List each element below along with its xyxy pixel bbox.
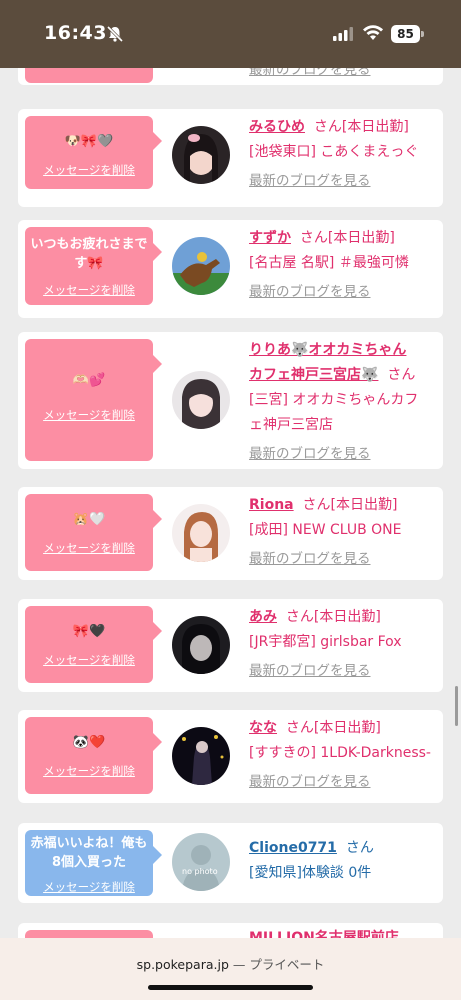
san-suffix: さん bbox=[313, 119, 342, 135]
status-time: 16:43 bbox=[44, 22, 107, 44]
latest-blog-link[interactable]: 最新のブログを見る bbox=[249, 446, 371, 462]
home-indicator[interactable] bbox=[148, 985, 313, 990]
shop-line: [池袋東口] こあくまえっぐ bbox=[249, 144, 419, 160]
url-text[interactable]: sp.pokepara.jp — プライベート bbox=[0, 954, 461, 973]
message-text: 🎀🖤 bbox=[72, 624, 106, 639]
work-tag: [本日出勤] bbox=[327, 230, 395, 246]
list-item: いつもお疲れさまです🎀 メッセージを削除 すずか さん[本日出勤] [名古屋 名… bbox=[18, 220, 443, 318]
bell-off-icon bbox=[106, 25, 124, 43]
delete-message-link[interactable]: メッセージを削除 bbox=[25, 162, 153, 178]
message-text: 🐹🤍 bbox=[72, 512, 106, 527]
list-item: 🫶🏻💕 メッセージを削除 りりあ🐺オオカミちゃん カフェ神戸三宮店🐺 さん [三… bbox=[18, 332, 443, 469]
avatar[interactable] bbox=[172, 237, 230, 295]
delete-message-link[interactable]: メッセージを削除 bbox=[25, 652, 153, 668]
battery-level: 85 bbox=[391, 25, 420, 43]
delete-message-link[interactable]: メッセージを削除 bbox=[25, 763, 153, 779]
user-name-link[interactable]: MILLION名古屋駅前店 bbox=[249, 930, 399, 938]
message-bubble: 🐼❤️ メッセージを削除 bbox=[25, 717, 162, 794]
latest-blog-link[interactable]: 最新のブログを見る bbox=[249, 551, 371, 567]
shop-line: [すすきの] 1LDK-Darkness- bbox=[249, 745, 431, 761]
list-item: 最新のブログを見る bbox=[18, 68, 443, 85]
delete-message-link[interactable]: メッセージを削除 bbox=[25, 540, 153, 556]
list-item: 赤福いいよね！俺も8個入買った メッセージを削除 no photo Clione… bbox=[18, 823, 443, 903]
work-tag: [本日出勤] bbox=[313, 720, 381, 736]
san-suffix: さん bbox=[302, 497, 331, 513]
shop-line: ェ神戸三宮店 bbox=[249, 417, 333, 433]
message-text: 🐶🎀🩶 bbox=[64, 134, 114, 149]
user-name-link[interactable]: Clione0771 bbox=[249, 840, 337, 856]
message-bubble: 🐶🎀🩶 メッセージを削除 bbox=[25, 116, 162, 189]
message-bubble: 🎀🖤 メッセージを削除 bbox=[25, 606, 162, 683]
work-tag: [本日出勤] bbox=[313, 609, 381, 625]
shop-line: [三宮] オオカミちゃんカフ bbox=[249, 392, 419, 408]
list-item: 🎀🖤 メッセージを削除 あみ さん[本日出勤] [JR宇都宮] girlsbar… bbox=[18, 599, 443, 692]
san-suffix: さん bbox=[387, 367, 416, 383]
browser-address-bar[interactable]: sp.pokepara.jp — プライベート bbox=[0, 938, 461, 1000]
shop-line: [成田] NEW CLUB ONE bbox=[249, 522, 402, 538]
message-bubble: 🐹🤍 メッセージを削除 bbox=[25, 494, 162, 571]
message-bubble: 🫶🏻💕 メッセージを削除 bbox=[25, 339, 162, 461]
cellular-signal-icon bbox=[333, 27, 353, 41]
work-tag: [本日出勤] bbox=[341, 119, 409, 135]
user-name-link[interactable]: みるひめ bbox=[249, 119, 305, 135]
delete-message-link[interactable]: メッセージを削除 bbox=[25, 282, 153, 298]
san-suffix: さん bbox=[299, 230, 328, 246]
san-suffix: さん bbox=[285, 609, 314, 625]
avatar[interactable] bbox=[172, 126, 230, 184]
user-name-link[interactable]: Riona bbox=[249, 497, 294, 513]
message-bubble: いつもお疲れさまです🎀 メッセージを削除 bbox=[25, 227, 162, 305]
message-text: 🐼❤️ bbox=[72, 735, 106, 750]
shop-line: [名古屋 名駅] ＃最強可憐 bbox=[249, 255, 409, 271]
no-photo-label: no photo bbox=[182, 867, 218, 876]
user-name-link[interactable]: あみ bbox=[249, 609, 277, 625]
delete-message-link[interactable]: メッセージを削除 bbox=[25, 407, 153, 423]
san-suffix: さん bbox=[345, 840, 374, 856]
status-bar: 16:43 85 bbox=[0, 0, 461, 68]
message-bubble bbox=[25, 930, 153, 938]
url-domain: sp.pokepara.jp bbox=[136, 957, 229, 972]
battery-icon: 85 bbox=[391, 25, 424, 43]
wifi-icon bbox=[363, 25, 383, 40]
list-item: 🐹🤍 メッセージを削除 Riona さん[本日出勤] [成田] NEW CLUB… bbox=[18, 487, 443, 580]
latest-blog-link[interactable]: 最新のブログを見る bbox=[249, 173, 371, 189]
message-text: 赤福いいよね！俺も8個入買った bbox=[30, 836, 148, 870]
latest-blog-link[interactable]: 最新のブログを見る bbox=[249, 663, 371, 679]
shop-line: [愛知県]体験談 0件 bbox=[249, 865, 372, 881]
san-suffix: さん bbox=[285, 720, 314, 736]
message-text: 🫶🏻💕 bbox=[72, 373, 106, 388]
user-name-link-cont[interactable]: カフェ神戸三宮店🐺 bbox=[249, 367, 378, 383]
avatar[interactable] bbox=[172, 371, 230, 429]
avatar[interactable] bbox=[172, 616, 230, 674]
work-tag: [本日出勤] bbox=[330, 497, 398, 513]
shop-line: [JR宇都宮] girlsbar Fox bbox=[249, 634, 402, 650]
avatar[interactable] bbox=[172, 504, 230, 562]
latest-blog-link[interactable]: 最新のブログを見る bbox=[249, 774, 371, 790]
message-bubble bbox=[25, 68, 153, 83]
scrollbar[interactable] bbox=[455, 686, 458, 726]
user-name-link[interactable]: りりあ🐺オオカミちゃん bbox=[249, 342, 406, 358]
avatar[interactable]: no photo bbox=[172, 833, 230, 891]
latest-blog-link[interactable]: 最新のブログを見る bbox=[249, 284, 371, 300]
user-name-link[interactable]: すずか bbox=[249, 230, 291, 246]
list-item: 🐶🎀🩶 メッセージを削除 みるひめ さん[本日出勤] [池袋東口] こあくまえっ… bbox=[18, 109, 443, 207]
list-item: 🐼❤️ メッセージを削除 なな さん[本日出勤] [すすきの] 1LDK-Dar… bbox=[18, 710, 443, 803]
avatar[interactable] bbox=[172, 727, 230, 785]
delete-message-link[interactable]: メッセージを削除 bbox=[25, 879, 153, 895]
latest-blog-link[interactable]: 最新のブログを見る bbox=[249, 68, 371, 78]
private-mode-label: — プライベート bbox=[232, 957, 325, 972]
message-bubble: 赤福いいよね！俺も8個入買った メッセージを削除 bbox=[25, 830, 162, 896]
list-item: MILLION名古屋駅前店 bbox=[18, 923, 443, 938]
user-name-link[interactable]: なな bbox=[249, 720, 277, 736]
message-text: いつもお疲れさまです🎀 bbox=[30, 237, 148, 271]
message-feed[interactable]: 最新のブログを見る 🐶🎀🩶 メッセージを削除 みるひめ さん[本日出勤] [池袋… bbox=[0, 68, 461, 938]
